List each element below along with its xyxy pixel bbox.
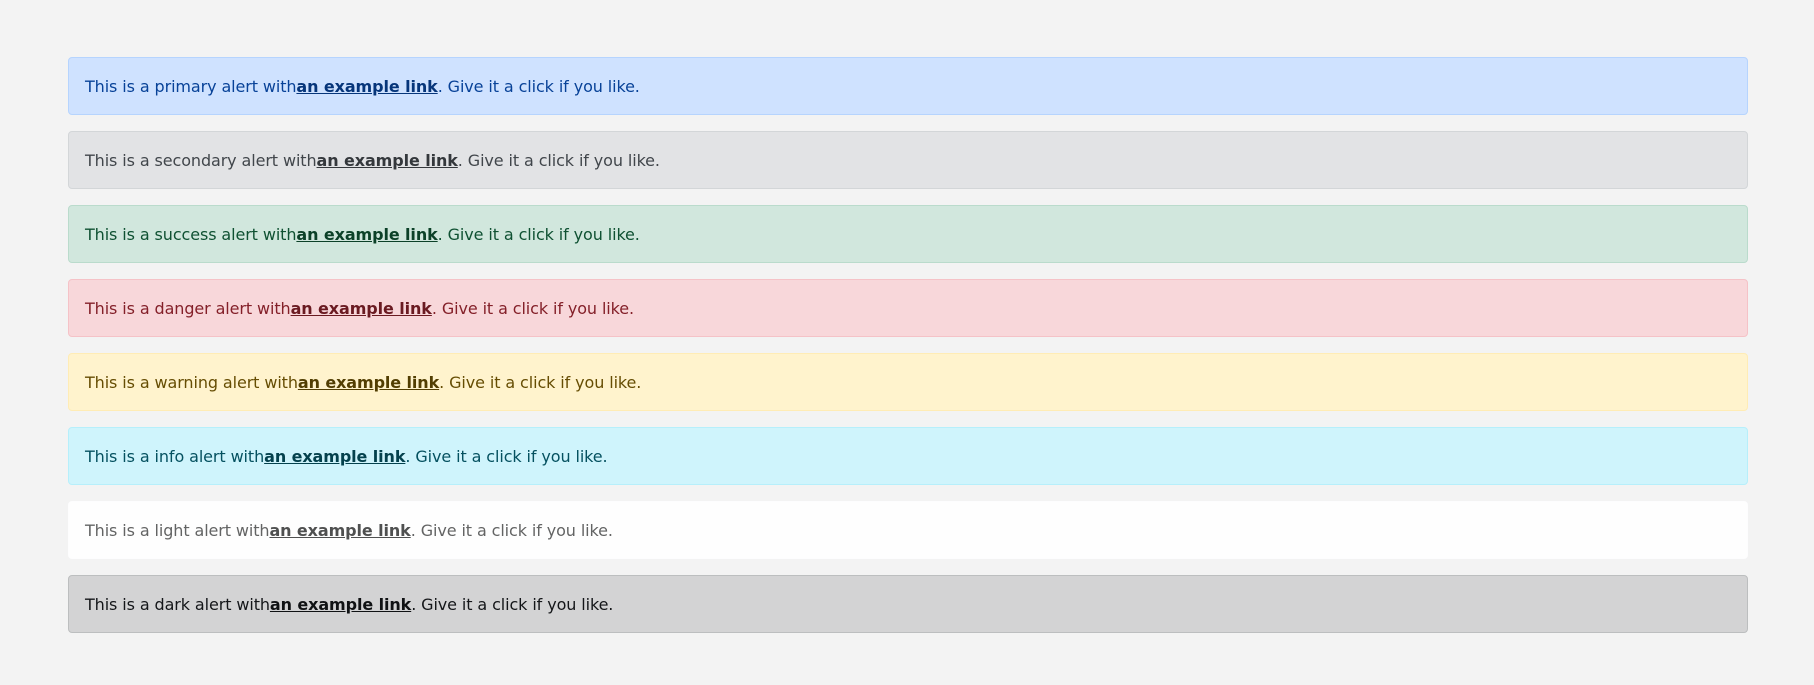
alert-text-prefix: This is a primary alert with: [85, 76, 297, 96]
alert-dark: This is a dark alert with an example lin…: [68, 575, 1748, 633]
alert-text-suffix: . Give it a click if you like.: [439, 372, 642, 392]
alert-info: This is a info alert with an example lin…: [68, 427, 1748, 485]
alert-link[interactable]: an example link: [269, 521, 410, 540]
alert-link[interactable]: an example link: [270, 595, 411, 614]
alerts-container: This is a primary alert with an example …: [68, 57, 1748, 649]
alert-secondary: This is a secondary alert with an exampl…: [68, 131, 1748, 189]
alert-text-suffix: . Give it a click if you like.: [431, 298, 634, 318]
alert-primary: This is a primary alert with an example …: [68, 57, 1748, 115]
alert-text-suffix: . Give it a click if you like.: [405, 446, 608, 466]
alert-text-suffix: . Give it a click if you like.: [410, 520, 613, 540]
alert-success: This is a success alert with an example …: [68, 205, 1748, 263]
alert-text-prefix: This is a light alert with: [85, 520, 270, 540]
alert-text-prefix: This is a info alert with: [85, 446, 265, 466]
alert-light: This is a light alert with an example li…: [68, 501, 1748, 559]
alert-text-prefix: This is a success alert with: [85, 224, 297, 244]
alert-link[interactable]: an example link: [291, 299, 432, 318]
alert-link[interactable]: an example link: [264, 447, 405, 466]
alert-text-prefix: This is a secondary alert with: [85, 150, 317, 170]
alert-text-suffix: . Give it a click if you like.: [411, 594, 614, 614]
alert-danger: This is a danger alert with an example l…: [68, 279, 1748, 337]
alert-text-suffix: . Give it a click if you like.: [457, 150, 660, 170]
alert-link[interactable]: an example link: [317, 151, 458, 170]
alert-link[interactable]: an example link: [296, 77, 437, 96]
alert-warning: This is a warning alert with an example …: [68, 353, 1748, 411]
alert-text-prefix: This is a dark alert with: [85, 594, 270, 614]
alert-text-suffix: . Give it a click if you like.: [437, 76, 640, 96]
alert-link[interactable]: an example link: [296, 225, 437, 244]
alert-text-prefix: This is a warning alert with: [85, 372, 298, 392]
alert-text-suffix: . Give it a click if you like.: [437, 224, 640, 244]
alert-text-prefix: This is a danger alert with: [85, 298, 291, 318]
alert-link[interactable]: an example link: [298, 373, 439, 392]
